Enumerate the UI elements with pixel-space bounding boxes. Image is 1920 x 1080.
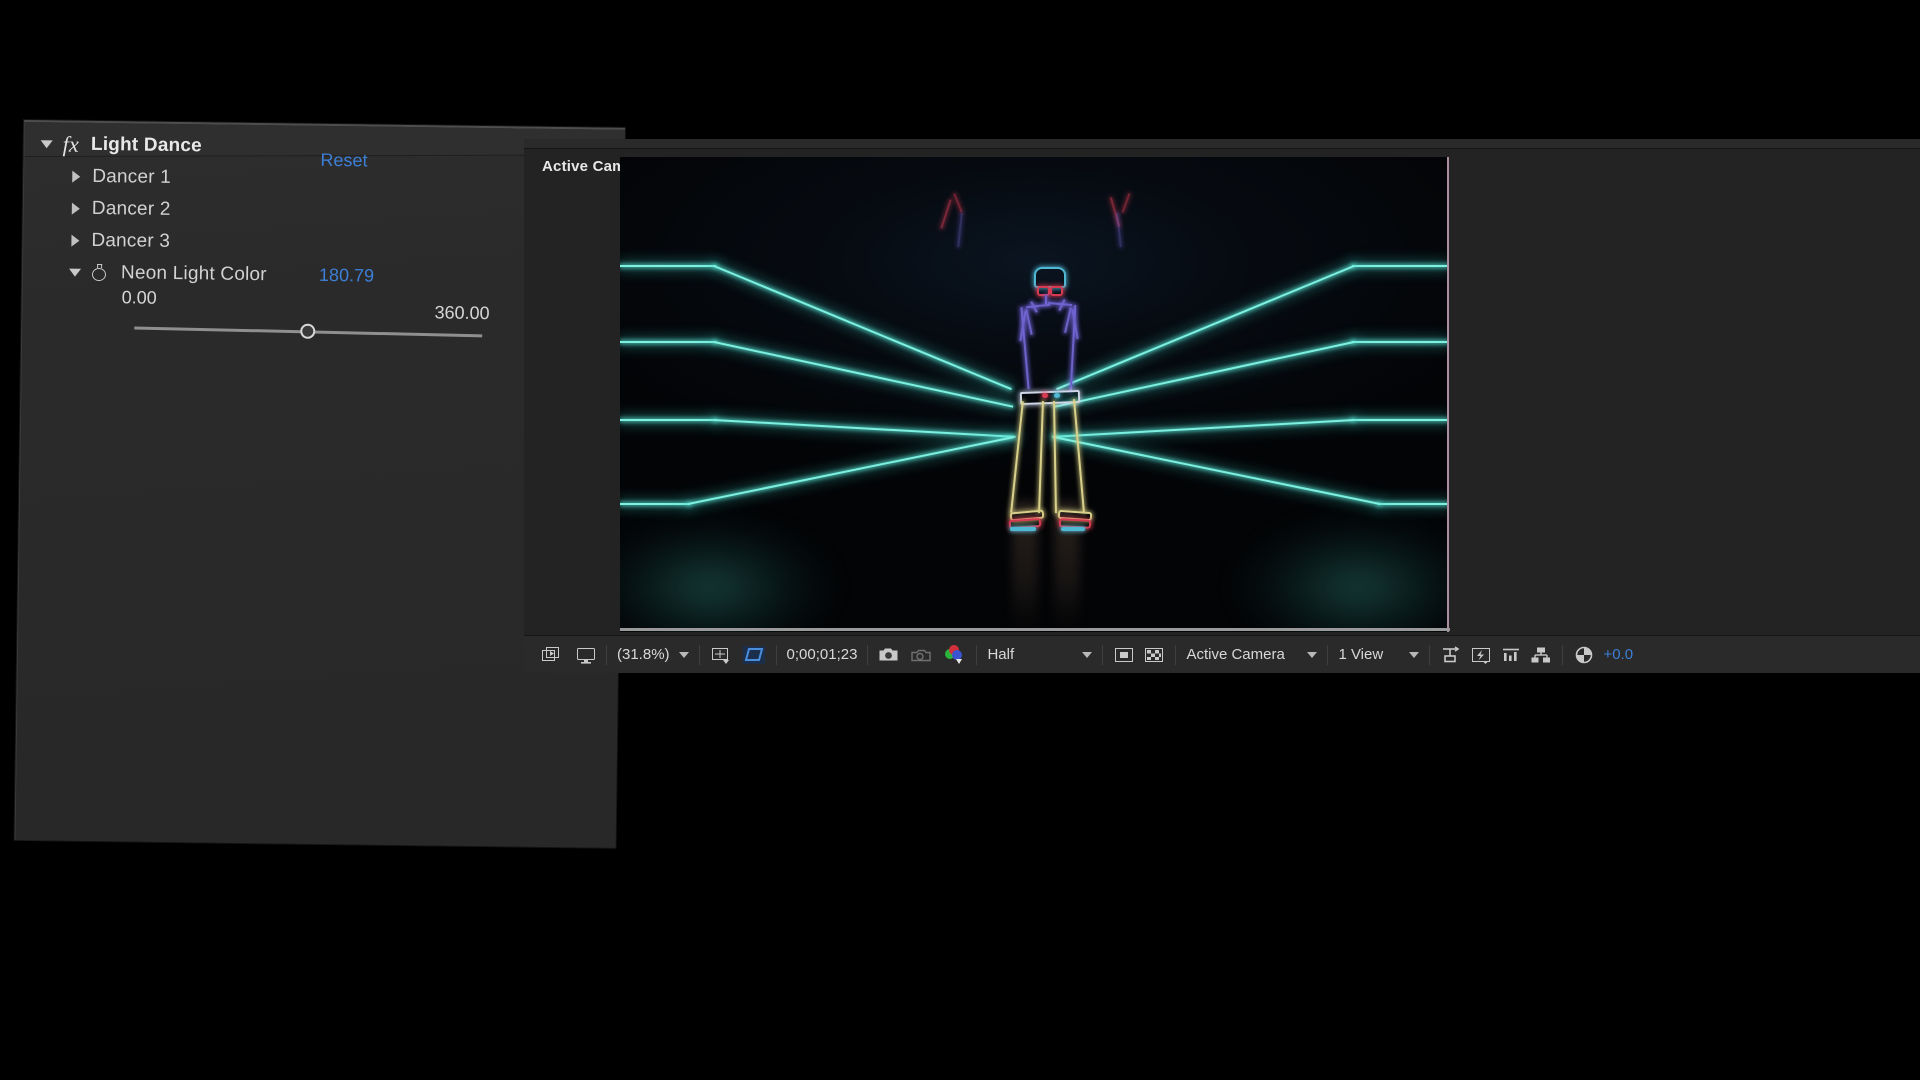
dancer-leg-right-outer: [1073, 399, 1085, 513]
dancer-neck: [1045, 295, 1047, 304]
dancer-visor-right: [1050, 286, 1063, 296]
chevron-down-icon[interactable]: [1409, 651, 1420, 658]
toolbar-separator: [1562, 644, 1564, 665]
property-group-label: Dancer 1: [92, 165, 172, 188]
disclosure-triangle-right-icon[interactable]: [72, 170, 81, 183]
dancer-leg-right-inner: [1053, 400, 1057, 514]
timeline-icon[interactable]: [1500, 646, 1522, 664]
exposure-value[interactable]: +0.0: [1603, 646, 1633, 663]
property-label: Neon Light Color: [120, 262, 267, 286]
dancer-shoulder-left: [1025, 303, 1051, 309]
slider-max-label: 360.00: [434, 302, 490, 324]
region-of-interest-icon[interactable]: [742, 645, 766, 665]
property-group-label: Dancer 3: [91, 229, 171, 252]
stopwatch-dial: [91, 267, 107, 282]
fx-icon: fx: [62, 131, 80, 157]
toolbar-separator: [976, 644, 978, 665]
view-camera-value[interactable]: Active Camera: [1186, 646, 1298, 663]
dancer-belt-dot: [1042, 393, 1048, 398]
dancer-visor-left: [1037, 286, 1050, 296]
floor-glow-left: [620, 512, 840, 632]
effect-name-label: Light Dance: [90, 133, 203, 157]
toolbar-separator: [698, 644, 700, 665]
composition-flowchart-icon[interactable]: [1530, 646, 1552, 664]
chevron-down-icon[interactable]: [1082, 651, 1093, 658]
composition-viewer-panel: Active Camera (31.8%) 0;00;01;23 Half Ac…: [524, 139, 1920, 673]
dancer-shoe-right-base: [1061, 527, 1085, 531]
app-root: fx Light Dance Reset Dancer 1 Dancer 2 D…: [0, 0, 1920, 1080]
toolbar-separator: [1327, 644, 1329, 665]
disclosure-triangle-right-icon[interactable]: [71, 202, 80, 215]
toolbar-separator: [606, 644, 607, 665]
composition-stage[interactable]: [620, 157, 1448, 632]
light-beam-right-4: [1378, 503, 1448, 505]
toolbar-separator: [1429, 644, 1431, 665]
show-channel-rgb-icon[interactable]: [942, 644, 966, 665]
stage-bottom-edge: [620, 628, 1450, 631]
toolbar-separator: [867, 644, 869, 665]
light-beam-left-2: [620, 341, 716, 343]
light-beam-right-2: [1352, 341, 1448, 343]
main-viewer-monitor-icon[interactable]: [576, 646, 596, 664]
zoom-level-value[interactable]: (31.8%): [617, 646, 670, 663]
dancer-shoe-left-base: [1010, 527, 1036, 531]
region-of-interest-box-icon[interactable]: [1113, 646, 1135, 664]
stopwatch-icon[interactable]: [91, 263, 109, 282]
slider-min-label: 0.00: [121, 287, 157, 308]
chevron-down-icon[interactable]: [1307, 651, 1318, 658]
light-beam-right-1: [1352, 265, 1448, 267]
floor-glow-right: [1228, 512, 1448, 632]
property-group-label: Dancer 2: [91, 197, 171, 220]
light-beam-left-1: [620, 265, 716, 267]
always-preview-this-view-icon[interactable]: [542, 646, 562, 664]
fast-previews-icon[interactable]: [1470, 646, 1492, 664]
dancer-leg-left-inner: [1038, 400, 1044, 514]
timecode-display[interactable]: 0;00;01;23: [787, 646, 858, 663]
dancer-belt-dot-2: [1054, 393, 1060, 398]
light-beam-left-4: [620, 503, 690, 505]
property-slider[interactable]: [134, 318, 483, 345]
light-beam-right-3: [1352, 419, 1448, 421]
dancer-helmet: [1034, 267, 1066, 288]
take-snapshot-camera-icon[interactable]: [878, 646, 900, 664]
dancer-belt: [1019, 389, 1081, 406]
toggle-pixel-aspect-correction-icon[interactable]: [1440, 645, 1462, 664]
resolution-value[interactable]: Half: [987, 646, 1073, 663]
light-beam-left-3: [620, 419, 716, 421]
effect-disclosure-triangle-icon[interactable]: [40, 140, 53, 149]
toolbar-separator: [1175, 644, 1177, 665]
view-layout-value[interactable]: 1 View: [1338, 646, 1400, 663]
viewer-bottom-toolbar: (31.8%) 0;00;01;23 Half Active Camera 1 …: [524, 635, 1920, 673]
show-snapshot-icon[interactable]: [910, 646, 932, 664]
viewer-tab-bar: [524, 139, 1920, 149]
chevron-down-icon[interactable]: [678, 651, 689, 658]
toolbar-separator: [775, 644, 777, 665]
main-dancer-figure: [992, 267, 1112, 567]
dancer-leg-left-outer: [1010, 401, 1024, 513]
disclosure-triangle-right-icon[interactable]: [71, 234, 80, 247]
dancer-forearm-right: [1064, 307, 1072, 333]
slider-thumb[interactable]: [300, 323, 316, 339]
dancer-forearm-left: [1025, 309, 1033, 335]
toggle-transparency-grid-icon[interactable]: [1143, 646, 1165, 664]
stage-right-edge: [1447, 157, 1449, 632]
property-value[interactable]: 180.79: [319, 265, 374, 287]
toolbar-separator: [1102, 644, 1104, 665]
disclosure-triangle-down-icon[interactable]: [68, 268, 82, 277]
reset-exposure-shutter-icon[interactable]: [1573, 645, 1595, 665]
choose-grid-and-guide-options-icon[interactable]: [710, 645, 732, 665]
